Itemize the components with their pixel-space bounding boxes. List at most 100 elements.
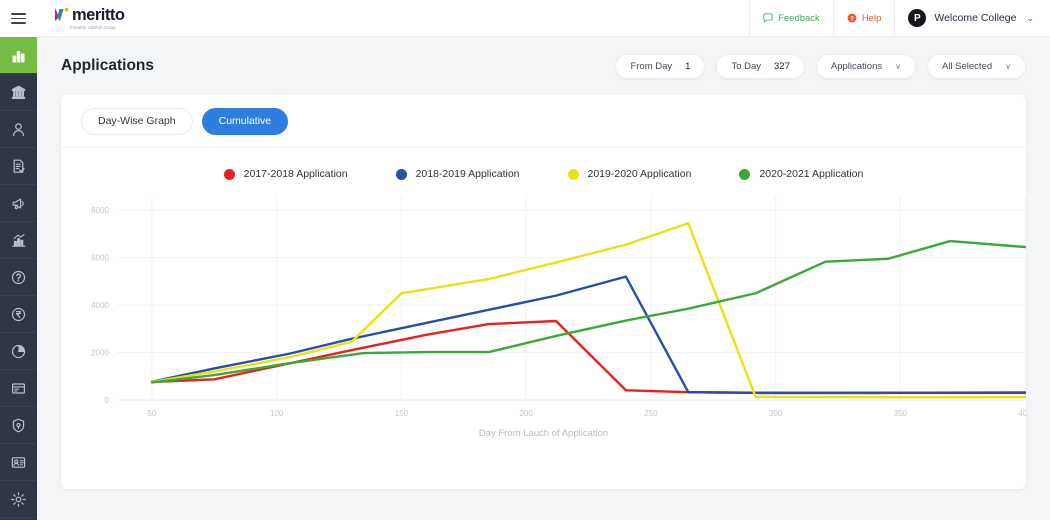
sidebar-item-payments[interactable]	[0, 296, 37, 333]
legend-item[interactable]: 2019-2020 Application	[567, 168, 692, 180]
x-tick-label: 300	[769, 409, 783, 418]
brand-subtitle: formerly collPoll Group	[70, 24, 116, 30]
page-header: Applications From Day 1 To Day 327 Applicati…	[61, 37, 1026, 95]
sidebar-item-reports[interactable]	[0, 222, 37, 259]
from-day-filter[interactable]: From Day 1	[615, 53, 706, 79]
meritto-mark-icon	[55, 7, 69, 22]
legend-color-dot	[739, 168, 751, 180]
chevron-down-icon: ∨	[1005, 61, 1011, 71]
svg-text:?: ?	[850, 16, 854, 23]
legend-item[interactable]: 2018-2019 Application	[395, 168, 520, 180]
sidebar-item-profiles[interactable]	[0, 444, 37, 481]
tab-cumulative[interactable]: Cumulative	[201, 107, 289, 135]
chevron-down-icon: ⌄	[1026, 12, 1034, 23]
x-axis-title: Day From Lauch of Application	[478, 428, 609, 439]
document-check-icon	[13, 159, 25, 173]
sidebar-item-security[interactable]	[0, 407, 37, 444]
sidebar-item-forms[interactable]	[0, 370, 37, 407]
series-line-2020-2021[interactable]	[150, 239, 1026, 384]
tab-day-wise[interactable]: Day-Wise Graph	[81, 107, 193, 135]
sidebar-item-institution[interactable]	[0, 74, 37, 111]
sidebar-item-campaigns[interactable]	[0, 185, 37, 222]
window-icon	[11, 382, 26, 394]
top-header: meritto formerly collPoll Group Feedback…	[37, 0, 1050, 37]
filter-label: All Selected	[941, 60, 993, 72]
help-circle-icon	[11, 270, 26, 284]
sidebar-item-applications[interactable]	[0, 148, 37, 185]
page-content: Applications From Day 1 To Day 327 Applicati…	[37, 37, 1050, 520]
brand-name: meritto	[72, 5, 125, 24]
chart-legend: 2017-2018 Application 2018-2019 Applicati…	[61, 148, 1026, 180]
sidebar	[0, 0, 37, 520]
x-tick-label: 250	[644, 409, 658, 418]
legend-item[interactable]: 2020-2021 Application	[739, 168, 863, 180]
sidebar-item-help[interactable]	[0, 259, 37, 296]
legend-color-dot	[567, 168, 579, 180]
help-button[interactable]: ? Help	[832, 0, 895, 37]
chat-bubble-icon	[763, 13, 773, 23]
series-line-2018-2019[interactable]	[150, 275, 1026, 395]
brand-logo[interactable]: meritto formerly collPoll Group	[37, 5, 125, 30]
filter-label: Applications	[830, 60, 883, 72]
sidebar-item-insights[interactable]	[0, 333, 37, 370]
x-tick-label: 400	[1018, 409, 1026, 418]
user-menu[interactable]: P Welcome College ⌄	[894, 0, 1050, 37]
y-tick-label: 8000	[91, 206, 109, 215]
chart-card: Day-Wise Graph Cumulative 2017-2018 Appli…	[61, 95, 1026, 489]
sidebar-item-analytics[interactable]	[0, 37, 37, 74]
x-tick-label: 50	[147, 409, 156, 418]
filter-label: From Day	[630, 60, 673, 72]
avatar: P	[908, 9, 927, 27]
metric-select[interactable]: Applications ∨	[815, 53, 916, 79]
page-title: Applications	[61, 57, 155, 74]
sidebar-item-leads[interactable]	[0, 111, 37, 148]
institution-icon	[11, 85, 26, 99]
legend-item[interactable]: 2017-2018 Application	[223, 168, 348, 180]
main-column: meritto formerly collPoll Group Feedback…	[37, 0, 1050, 520]
filter-value: 1	[685, 60, 691, 72]
series-line-2019-2020[interactable]	[150, 222, 1026, 399]
chart-tabs: Day-Wise Graph Cumulative	[61, 95, 1026, 148]
help-label: Help	[861, 12, 882, 24]
feedback-label: Feedback	[778, 12, 820, 24]
person-icon	[13, 122, 24, 136]
series-line-2017-2018[interactable]	[150, 319, 1026, 395]
y-tick-label: 4000	[91, 301, 109, 310]
filter-bar: From Day 1 To Day 327 Applications ∨ All Selec…	[615, 53, 1026, 79]
filter-value: 327	[774, 60, 790, 72]
filter-label: To Day	[731, 60, 762, 72]
header-actions: Feedback ? Help P Welcome College ⌄	[749, 0, 1050, 37]
legend-label: 2019-2020 Application	[587, 168, 692, 180]
legend-color-dot	[395, 168, 407, 180]
user-label: Welcome College	[934, 12, 1017, 24]
chart-body: 2017-2018 Application 2018-2019 Applicati…	[61, 148, 1026, 489]
gear-icon	[11, 491, 26, 507]
legend-label: 2020-2021 Application	[759, 168, 864, 180]
help-circle-icon: ?	[847, 13, 857, 23]
legend-label: 2017-2018 Application	[243, 168, 348, 180]
plot-area: 0 2000 4000 6000 8000 50 100 150 200 250 300 350 400…	[61, 184, 1026, 439]
chevron-down-icon: ∨	[895, 61, 901, 71]
sidebar-menu-toggle[interactable]	[0, 0, 37, 37]
y-tick-label: 6000	[91, 254, 109, 263]
y-tick-label: 0	[105, 396, 110, 405]
app-root: meritto formerly collPoll Group Feedback…	[0, 0, 1050, 520]
feedback-button[interactable]: Feedback	[749, 0, 833, 37]
selection-select[interactable]: All Selected ∨	[926, 53, 1026, 79]
y-tick-label: 2000	[91, 349, 109, 358]
to-day-filter[interactable]: To Day 327	[716, 53, 805, 79]
bar-chart-icon	[12, 50, 25, 62]
x-tick-label: 200	[519, 409, 533, 418]
x-tick-label: 150	[395, 409, 409, 418]
id-card-icon	[11, 456, 26, 468]
legend-label: 2018-2019 Application	[415, 168, 520, 180]
megaphone-icon	[12, 198, 24, 209]
cumulative-line-chart: 0 2000 4000 6000 8000 50 100 150 200 250 300 350 400	[91, 196, 1026, 418]
x-tick-label: 100	[270, 409, 284, 418]
trending-chart-icon	[12, 233, 26, 247]
sidebar-item-settings[interactable]	[0, 481, 37, 518]
legend-color-dot	[223, 168, 235, 180]
sidebar-item-list	[0, 37, 37, 518]
shield-icon	[12, 418, 25, 432]
pie-chart-icon	[11, 344, 26, 358]
